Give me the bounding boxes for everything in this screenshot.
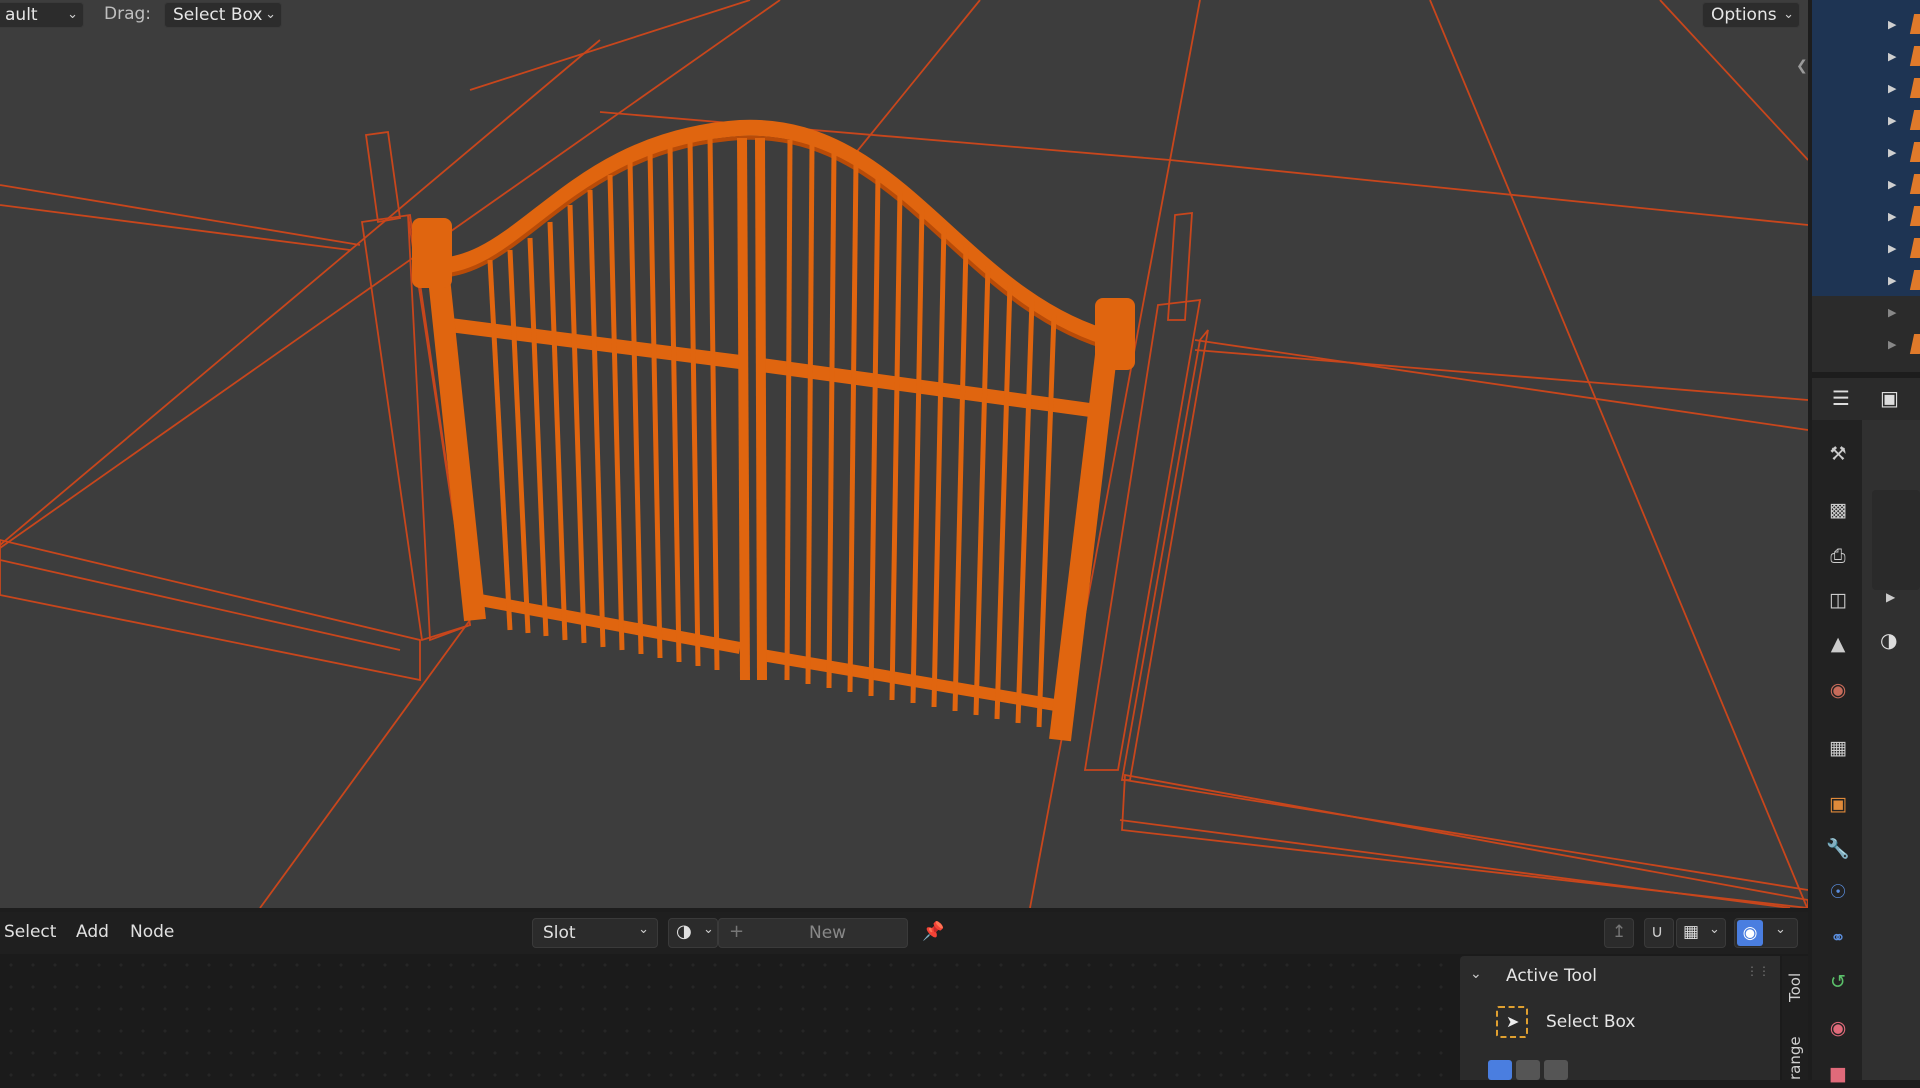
- expand-arrow-icon[interactable]: ▶: [1888, 82, 1896, 95]
- mode-dropdown-label: ault: [5, 5, 38, 25]
- sidebar-tabs: Tool range: [1782, 956, 1808, 1080]
- menu-add[interactable]: Add: [76, 922, 109, 942]
- texture-icon[interactable]: ■: [1824, 1060, 1852, 1088]
- select-box-tool-icon[interactable]: ➤: [1496, 1006, 1528, 1038]
- slot-label: Slot: [543, 923, 576, 943]
- modifier-wrench-icon[interactable]: 🔧: [1824, 834, 1852, 862]
- expand-arrow-icon[interactable]: ▶: [1888, 146, 1896, 159]
- outliner-selection: [1812, 0, 1920, 296]
- output-icon[interactable]: ⎙: [1824, 542, 1852, 570]
- snap-button[interactable]: ∪: [1644, 918, 1674, 948]
- overlay-icon: ◉: [1737, 920, 1763, 946]
- menu-node[interactable]: Node: [130, 922, 174, 942]
- slot-dropdown[interactable]: Slot ⌄: [532, 918, 658, 948]
- physics-icon[interactable]: ⚭: [1824, 924, 1852, 952]
- editor-type-icon[interactable]: ☰: [1832, 386, 1850, 410]
- expand-arrow-icon[interactable]: ▶: [1888, 114, 1896, 127]
- overlay-dropdown[interactable]: ◉ ⌄: [1734, 918, 1798, 948]
- snap-element-dropdown[interactable]: ▦ ⌄: [1676, 918, 1726, 948]
- 3d-viewport[interactable]: ault ⌄ Drag: Select Box ⌄ Options ⌄ ❮: [0, 0, 1808, 908]
- particles-icon[interactable]: ☉: [1824, 878, 1852, 906]
- chevron-down-icon: ⌄: [703, 922, 714, 937]
- expand-arrow-icon[interactable]: ▶: [1888, 306, 1896, 319]
- chevron-down-icon: ⌄: [1783, 7, 1794, 22]
- new-label: New: [809, 923, 847, 943]
- world-icon[interactable]: ◉: [1824, 676, 1852, 704]
- active-tool-header[interactable]: Active Tool: [1506, 966, 1597, 986]
- viewport-header: ault ⌄ Drag: Select Box ⌄ Options ⌄: [0, 0, 1808, 30]
- tab-arrange[interactable]: range: [1786, 1036, 1804, 1080]
- expand-arrow-icon[interactable]: ▶: [1888, 178, 1896, 191]
- options-label: Options: [1711, 5, 1777, 25]
- chevron-down-icon: ⌄: [67, 7, 78, 22]
- chevron-down-icon: ⌄: [1775, 922, 1786, 937]
- expand-arrow-icon[interactable]: ▶: [1888, 18, 1896, 31]
- preview-box: [1872, 490, 1920, 590]
- drag-dropdown[interactable]: Select Box ⌄: [164, 2, 282, 28]
- drag-handle-icon[interactable]: ⋮⋮: [1746, 964, 1770, 978]
- expand-arrow-icon[interactable]: ▶: [1888, 338, 1896, 351]
- constraints-icon[interactable]: ↺: [1824, 968, 1852, 996]
- render-icon[interactable]: ▩: [1824, 496, 1852, 524]
- properties-main: ▶ ◑: [1862, 420, 1920, 1080]
- sidebar-toggle-icon[interactable]: ❮: [1796, 58, 1808, 74]
- collapse-chevron-icon[interactable]: ⌄: [1470, 966, 1482, 982]
- pin-icon[interactable]: 📌: [922, 921, 944, 942]
- drag-dropdown-label: Select Box: [173, 5, 263, 25]
- tab-tool[interactable]: Tool: [1786, 973, 1804, 1002]
- mode-subtract-icon[interactable]: [1544, 1060, 1568, 1080]
- properties-header: ☰ ▣: [1812, 378, 1920, 420]
- menu-select[interactable]: Select: [4, 922, 56, 942]
- mode-new-icon[interactable]: [1488, 1060, 1512, 1080]
- mode-dropdown[interactable]: ault ⌄: [0, 2, 84, 28]
- arrow-up-icon: ↥: [1612, 922, 1627, 942]
- material-icon[interactable]: ◉: [1824, 1014, 1852, 1042]
- expand-arrow-icon[interactable]: ▶: [1888, 50, 1896, 63]
- plus-icon: +: [729, 921, 745, 942]
- chevron-down-icon: ⌄: [265, 7, 276, 22]
- tool-settings-icon[interactable]: ⚒: [1824, 440, 1852, 468]
- tool-panel: ⌄ Active Tool ⋮⋮ ➤ Select Box: [1460, 956, 1780, 1080]
- expand-arrow-icon[interactable]: ▶: [1886, 590, 1895, 604]
- object-icon[interactable]: ▣: [1824, 790, 1852, 818]
- options-dropdown[interactable]: Options ⌄: [1702, 2, 1800, 28]
- material-sphere-icon[interactable]: ◑: [1880, 628, 1897, 652]
- scene-icon[interactable]: ▲: [1824, 630, 1852, 658]
- view-layer-icon[interactable]: ◫: [1824, 586, 1852, 614]
- frame-icon: ▣: [1880, 386, 1899, 410]
- parent-node-button[interactable]: ↥: [1604, 918, 1634, 948]
- viewport-scene: [0, 0, 1808, 908]
- expand-arrow-icon[interactable]: ▶: [1888, 210, 1896, 223]
- material-sphere-icon: ◑: [676, 921, 692, 942]
- collection-icon[interactable]: ▦: [1824, 734, 1852, 762]
- tool-name-label: Select Box: [1546, 1012, 1636, 1032]
- new-material-button[interactable]: + New: [718, 918, 908, 948]
- snap-magnet-icon: ∪: [1651, 922, 1664, 942]
- material-browse-button[interactable]: ◑ ⌄: [668, 918, 718, 948]
- grid-snap-icon: ▦: [1683, 922, 1700, 942]
- drag-label: Drag:: [104, 4, 152, 24]
- chevron-down-icon: ⌄: [1709, 922, 1720, 937]
- cursor-icon: ➤: [1506, 1012, 1520, 1031]
- mode-extend-icon[interactable]: [1516, 1060, 1540, 1080]
- expand-arrow-icon[interactable]: ▶: [1888, 274, 1896, 287]
- chevron-down-icon: ⌄: [638, 922, 649, 937]
- expand-arrow-icon[interactable]: ▶: [1888, 242, 1896, 255]
